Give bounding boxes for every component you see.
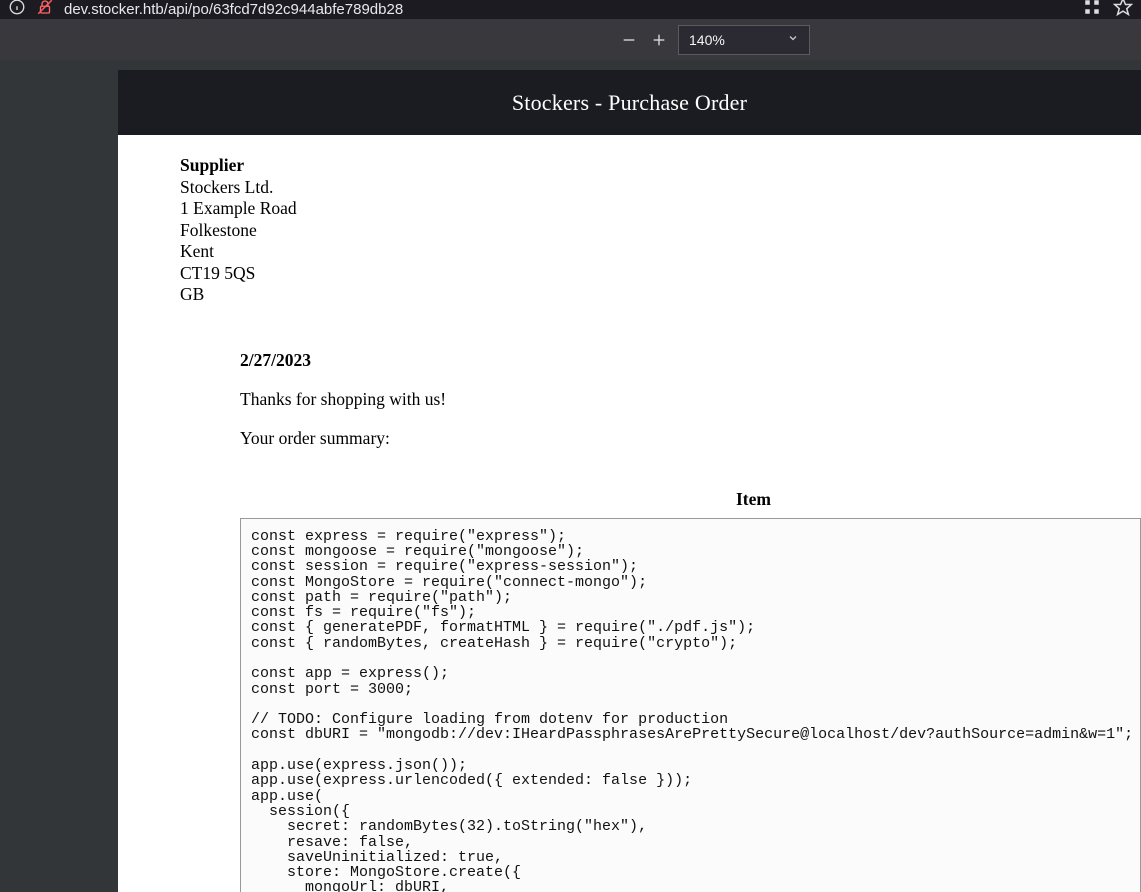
supplier-block: Supplier Stockers Ltd. 1 Example Road Fo… [180,155,1141,306]
pdf-toolbar: 140% [0,19,1141,60]
order-summary-label: Your order summary: [240,428,1141,449]
zoom-controls: 140% [614,26,810,54]
supplier-heading: Supplier [180,155,1141,177]
supplier-city: Folkestone [180,220,1141,242]
order-item-content: const express = require("express"); cons… [240,518,1141,892]
pdf-header: Stockers - Purchase Order [118,70,1141,135]
url-text[interactable]: dev.stocker.htb/api/po/63fcd7d92c944abfe… [64,1,403,18]
pdf-body: Supplier Stockers Ltd. 1 Example Road Fo… [118,135,1141,892]
order-table: Item const express = require("express");… [240,489,1141,892]
insecure-lock-icon[interactable] [36,0,54,19]
zoom-out-button[interactable] [614,26,644,54]
zoom-level-value: 140% [689,32,725,48]
pdf-page: Stockers - Purchase Order Supplier Stock… [118,70,1141,892]
order-date: 2/27/2023 [240,350,1141,371]
browser-urlbar: dev.stocker.htb/api/po/63fcd7d92c944abfe… [0,0,1141,19]
supplier-postcode: CT19 5QS [180,263,1141,285]
table-header-item: Item [240,489,1141,518]
chevron-down-icon [787,32,799,47]
zoom-in-button[interactable] [644,26,674,54]
pdf-viewport: Stockers - Purchase Order Supplier Stock… [0,60,1141,892]
reader-grid-icon[interactable] [1083,0,1101,19]
bookmark-star-icon[interactable] [1113,0,1133,19]
urlbar-right-controls [1083,0,1133,19]
info-icon[interactable] [8,0,26,19]
zoom-level-select[interactable]: 140% [678,25,810,55]
page-title: Stockers - Purchase Order [512,90,747,116]
supplier-country: GB [180,284,1141,306]
order-meta: 2/27/2023 Thanks for shopping with us! Y… [240,350,1141,449]
supplier-name: Stockers Ltd. [180,177,1141,199]
order-thanks: Thanks for shopping with us! [240,389,1141,410]
supplier-address1: 1 Example Road [180,198,1141,220]
supplier-county: Kent [180,241,1141,263]
